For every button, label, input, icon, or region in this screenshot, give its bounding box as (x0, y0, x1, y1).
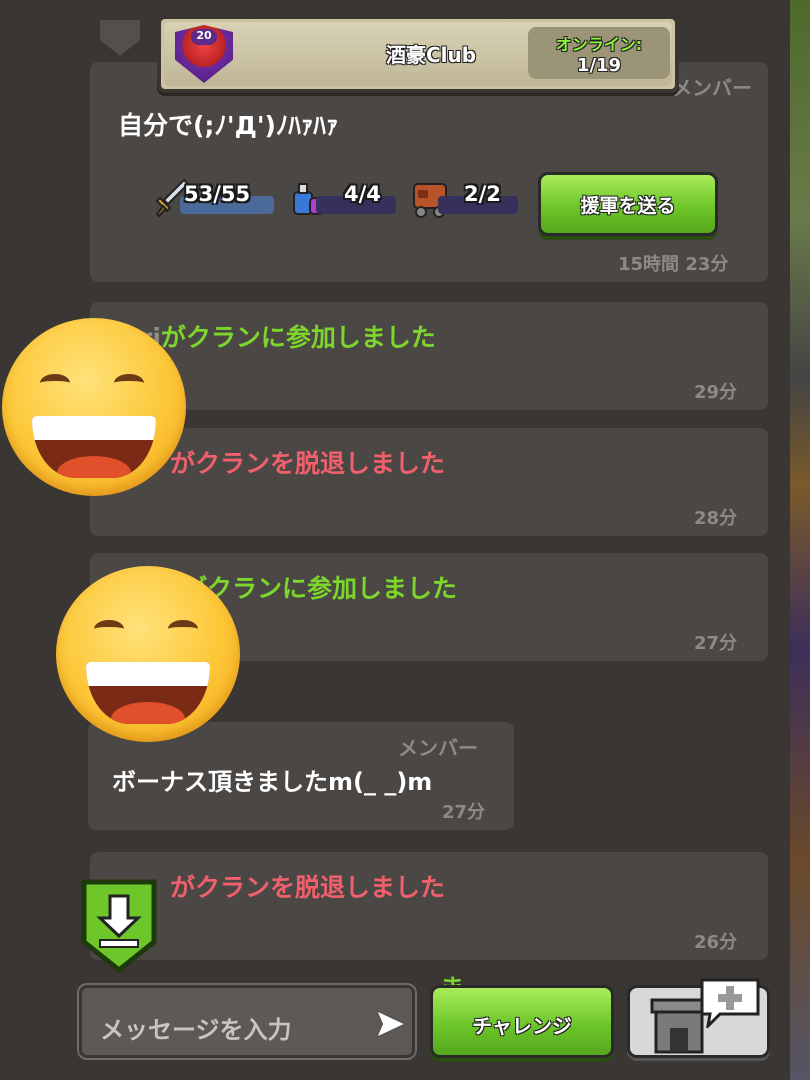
member-role-label: メンバー (398, 736, 478, 760)
event-time: 26分 (694, 932, 738, 953)
event-text: がクランを脱退しました (170, 444, 445, 480)
spell-count: 4/4 (344, 182, 381, 206)
event-time: 29分 (694, 382, 738, 403)
event-text: がクランに参加しました (182, 569, 457, 605)
event-card: がクランを脱退しました 28分 (90, 428, 768, 536)
spell-capacity: 4/4 (290, 182, 400, 216)
clan-level: 20 (191, 29, 217, 45)
event-message: がクランに参加しました (160, 323, 436, 352)
game-background-strip (790, 0, 810, 1080)
message-input[interactable]: メッセージを入力 (79, 985, 415, 1058)
siege-count: 2/2 (464, 182, 501, 206)
troop-request-card: メンバー 自分で(;ﾉ'Д')ﾉﾊｧﾊｧ 53/55 4/4 2/2 援軍を送る (90, 62, 768, 282)
scroll-up-chevron[interactable] (100, 20, 140, 56)
online-status: オンライン: 1/19 (528, 27, 670, 79)
troop-count: 53/55 (184, 182, 251, 206)
event-message: がクランを脱退しました (170, 873, 446, 902)
send-reinforcements-button[interactable]: 援軍を送る (538, 172, 718, 236)
online-count: 1/19 (576, 55, 622, 76)
challenge-button[interactable]: チャレンジ (430, 985, 614, 1058)
grinning-emoji-icon (56, 566, 240, 742)
challenge-label: チャレンジ (472, 1014, 572, 1038)
send-reinforcements-label: 援軍を送る (580, 195, 676, 217)
clan-castle-button[interactable] (627, 978, 770, 1058)
send-arrow-icon[interactable] (374, 1008, 408, 1040)
event-card: がクランを脱退しました 26分 (90, 852, 768, 960)
request-message: 自分で(;ﾉ'Д')ﾉﾊｧﾊｧ (118, 111, 339, 140)
download-icon (81, 879, 157, 974)
event-message: がクランに参加しました (182, 574, 458, 603)
troop-capacity: 53/55 (154, 178, 274, 218)
event-time: 28分 (694, 508, 738, 529)
event-text: riがクランに参加しました (140, 318, 436, 354)
member-role-label: メンバー (672, 76, 752, 100)
event-message: がクランを脱退しました (170, 449, 446, 478)
online-label: オンライン: (555, 35, 643, 54)
siege-capacity: 2/2 (412, 182, 522, 218)
event-time: 27分 (694, 633, 738, 654)
scroll-to-bottom-button[interactable] (80, 878, 158, 974)
request-time: 15時間 23分 (618, 254, 729, 275)
event-card: riがクランに参加しました 29分 (90, 302, 768, 410)
chat-message-text: ボーナス頂きましたm(_ _)m (112, 768, 433, 796)
clan-name: 酒豪Club (385, 43, 477, 67)
grinning-emoji-icon (2, 318, 186, 496)
chat-message-time: 27分 (442, 802, 486, 823)
clan-header[interactable]: 20 酒豪Club オンライン: 1/19 (157, 15, 679, 93)
message-input-placeholder: メッセージを入力 (100, 1016, 292, 1044)
event-text: がクランを脱退しました (170, 868, 445, 904)
plus-icon (700, 978, 760, 1028)
